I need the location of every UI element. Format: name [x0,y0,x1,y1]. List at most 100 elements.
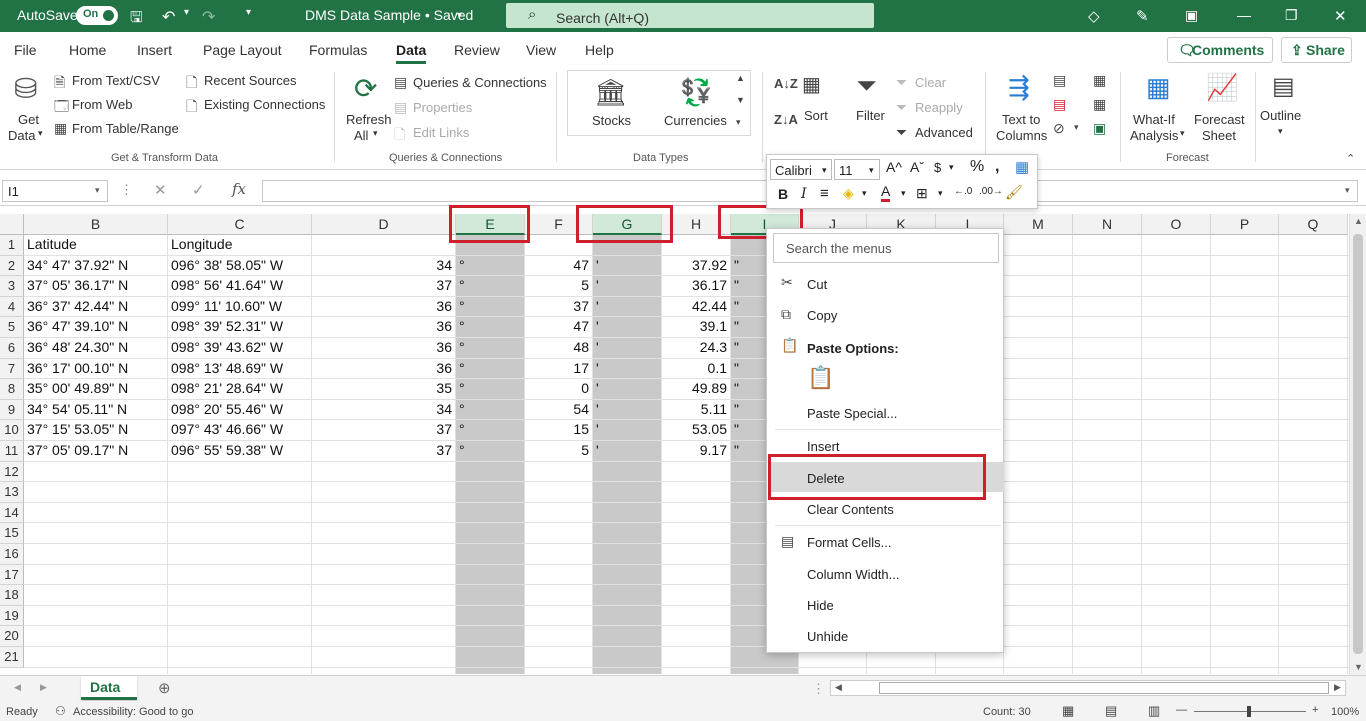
cell-f[interactable]: 47 [525,255,589,276]
row-header-3[interactable]: 3 [0,276,24,297]
column-header-n[interactable]: N [1073,214,1142,235]
font-name-box[interactable]: Calibri ▾ [770,159,832,180]
forecast-sheet-button[interactable]: 📈 Forecast Sheet [1192,70,1248,146]
dropdown-icon[interactable]: ▾ [949,162,954,173]
comma-style-icon[interactable]: , [995,158,999,176]
cell-e[interactable]: ° [459,419,524,440]
menu-format-cells[interactable]: Format Cells... [807,535,892,550]
row-header-4[interactable]: 4 [0,296,24,318]
cell-c[interactable]: Longitude [171,234,311,255]
refresh-all-button[interactable]: ⟳ Refresh All ▾ [344,70,392,146]
menu-cut[interactable]: Cut [807,277,827,292]
row-header-12[interactable]: 12 [0,461,24,483]
consolidate-icon[interactable]: ▦ [1093,72,1106,89]
reapply-button[interactable]: Reapply [915,100,963,115]
sort-az-icon[interactable]: A↓Z [774,76,798,91]
row-header-17[interactable]: 17 [0,564,24,586]
tab-data[interactable]: Data [396,42,427,64]
cell-c[interactable]: 098° 39' 52.31" W [171,316,311,337]
share-button[interactable]: ⇪ Share [1281,37,1352,63]
menu-copy[interactable]: Copy [807,308,837,323]
row-header-15[interactable]: 15 [0,523,24,544]
cell-g[interactable]: ' [596,378,661,399]
dropdown-icon[interactable]: ▾ [938,188,943,199]
cell-g[interactable]: ' [596,399,661,420]
gallery-down-icon[interactable]: ▼ [736,95,745,105]
cell-h[interactable]: 42.44 [662,296,727,317]
cell-d[interactable]: 34 [312,255,452,276]
customize-qat-icon[interactable]: ▾ [246,7,251,18]
data-model-icon[interactable]: ▣ [1093,120,1106,137]
outline-button[interactable]: ▤ Outline ▾ [1260,70,1306,140]
menu-unhide[interactable]: Unhide [807,629,848,644]
minimize-icon[interactable]: — [1237,7,1251,23]
existing-connections-button[interactable]: Existing Connections [204,97,325,112]
row-header-9[interactable]: 9 [0,399,24,421]
cell-h[interactable]: 49.89 [662,378,727,399]
name-box[interactable]: I1 ▾ [2,180,108,202]
comments-button[interactable]: 🗨 Comments [1167,37,1273,63]
cell-b[interactable]: 34° 47' 37.92" N [27,255,167,276]
cell-e[interactable]: ° [459,275,524,296]
cell-b[interactable]: 36° 48' 24.30" N [27,337,167,358]
cell-c[interactable]: 099° 11' 10.60" W [171,296,311,317]
cancel-icon[interactable]: ✕ [154,181,167,199]
row-header-8[interactable]: 8 [0,379,24,400]
filter-button[interactable]: ⏷ Filter [852,70,888,126]
cell-e[interactable]: ° [459,378,524,399]
edit-links-button[interactable]: Edit Links [413,125,469,140]
menu-paste-special[interactable]: Paste Special... [807,406,897,421]
cell-c[interactable]: 096° 38' 58.05" W [171,255,311,276]
close-icon[interactable]: ✕ [1334,7,1347,25]
bold-icon[interactable]: B [778,186,788,202]
menu-column-width[interactable]: Column Width... [807,567,899,582]
cell-e[interactable]: ° [459,399,524,420]
cell-d[interactable]: 36 [312,316,452,337]
cell-c[interactable]: 098° 56' 41.64" W [171,275,311,296]
search-box[interactable]: ⌕ Search (Alt+Q) [506,3,874,28]
cell-d[interactable]: 37 [312,275,452,296]
borders-icon[interactable]: ⊞ [916,185,928,202]
enter-icon[interactable]: ✓ [192,181,205,199]
cell-h[interactable]: 5.11 [662,399,727,420]
cell-g[interactable]: ' [596,255,661,276]
decrease-decimal-icon[interactable]: .00→ [979,186,1003,197]
scroll-down-icon[interactable]: ▼ [1354,662,1363,672]
currency-format-icon[interactable]: $ [934,160,941,175]
cell-g[interactable]: ' [596,316,661,337]
font-color-icon[interactable]: A [881,184,891,202]
font-size-box[interactable]: 11 ▾ [834,159,880,180]
cell-g[interactable]: ' [596,296,661,317]
row-header-21[interactable]: 21 [0,647,24,668]
cell-b[interactable]: 37° 05' 36.17" N [27,275,167,296]
select-all-corner[interactable] [0,214,24,235]
tab-home[interactable]: Home [69,42,106,58]
increase-decimal-icon[interactable]: ←.0 [954,186,972,197]
from-web-button[interactable]: From Web [72,97,132,112]
cell-b[interactable]: 34° 54' 05.11" N [27,399,167,420]
format-table-icon[interactable]: ▦ [1015,158,1029,176]
normal-view-icon[interactable]: ▦ [1062,703,1074,719]
from-text-csv-button[interactable]: From Text/CSV [72,73,160,88]
menu-search-input[interactable]: Search the menus [773,233,999,263]
tab-file[interactable]: File [14,42,37,58]
cell-d[interactable]: 36 [312,358,452,379]
cell-c[interactable]: 097° 43' 46.66" W [171,419,311,440]
cell-e[interactable]: ° [459,358,524,379]
align-center-icon[interactable]: ≡ [820,185,829,202]
queries-connections-button[interactable]: Queries & Connections [413,75,547,90]
what-if-analysis-button[interactable]: ▦ What-If Analysis ▾ [1128,70,1188,146]
row-header-20[interactable]: 20 [0,626,24,647]
gallery-up-icon[interactable]: ▲ [736,73,745,83]
menu-insert[interactable]: Insert [807,439,840,454]
restore-icon[interactable]: ❐ [1285,7,1298,24]
row-header-18[interactable]: 18 [0,585,24,606]
from-table-range-button[interactable]: From Table/Range [72,121,179,136]
sheet-tab-data[interactable]: Data [81,676,137,700]
tab-review[interactable]: Review [454,42,500,58]
row-header-5[interactable]: 5 [0,317,24,338]
zoom-level[interactable]: 100% [1331,706,1359,718]
cell-f[interactable]: 47 [525,316,589,337]
cell-g[interactable]: ' [596,358,661,379]
scroll-thumb[interactable] [1353,234,1363,654]
